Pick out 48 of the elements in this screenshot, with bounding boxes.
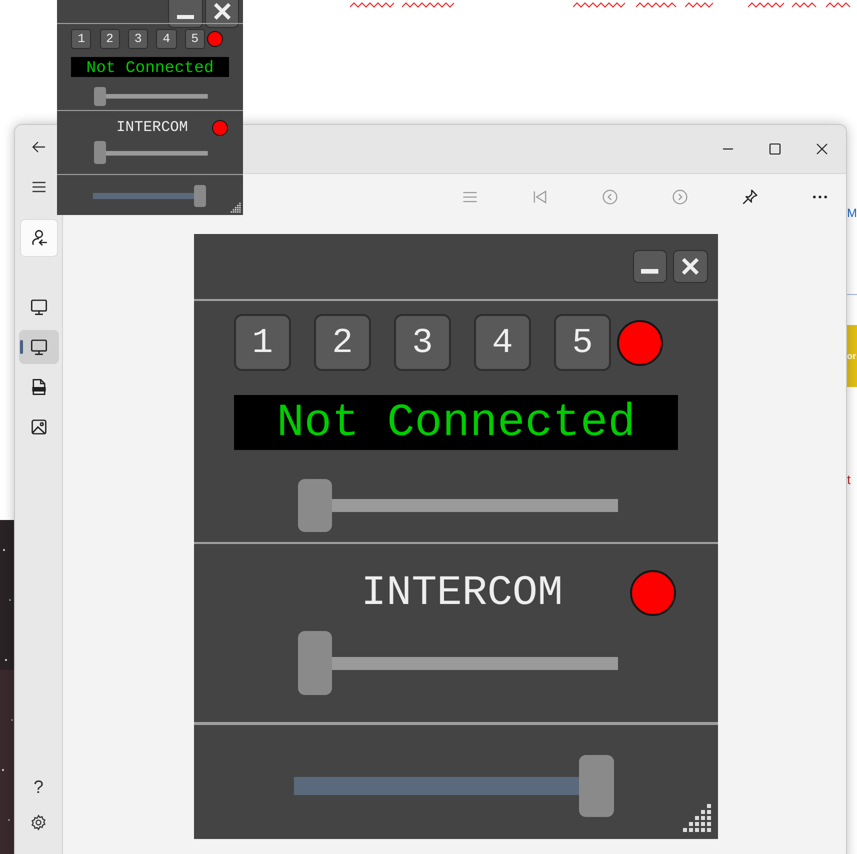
skip-to-start-icon[interactable] bbox=[531, 188, 549, 206]
channel-button[interactable]: 3 bbox=[394, 314, 451, 371]
intercom-label: INTERCOM bbox=[115, 120, 189, 136]
channel-button[interactable]: 4 bbox=[474, 314, 531, 371]
close-icon[interactable] bbox=[814, 141, 830, 157]
link-text[interactable]: M bbox=[847, 206, 857, 220]
minimize-button[interactable] bbox=[168, 0, 203, 28]
image-icon bbox=[30, 418, 48, 436]
channel-button[interactable]: 3 bbox=[128, 28, 148, 49]
account-button[interactable] bbox=[20, 219, 58, 257]
page-text: t bbox=[847, 472, 852, 487]
channel-button[interactable]: 5 bbox=[184, 28, 205, 49]
slider-thumb[interactable] bbox=[94, 141, 106, 164]
channel-button[interactable]: 1 bbox=[71, 28, 92, 49]
menu-icon[interactable] bbox=[30, 179, 46, 195]
slider-thumb[interactable] bbox=[194, 185, 206, 208]
channel-button[interactable]: 1 bbox=[234, 314, 291, 371]
monitor-icon bbox=[30, 338, 48, 356]
channel-button[interactable]: 4 bbox=[156, 28, 177, 49]
channel-button[interactable]: 2 bbox=[100, 28, 120, 49]
resize-grip[interactable] bbox=[230, 202, 242, 213]
channel-button[interactable]: 5 bbox=[554, 314, 611, 371]
status-display: Not Connected bbox=[71, 57, 229, 77]
back-icon[interactable] bbox=[30, 139, 46, 155]
help-button[interactable]: ? bbox=[33, 777, 44, 798]
banner-text: or bbox=[847, 351, 856, 361]
minimize-button[interactable] bbox=[632, 250, 668, 284]
previous-icon[interactable] bbox=[601, 188, 619, 206]
close-button[interactable] bbox=[673, 250, 708, 284]
close-button[interactable] bbox=[204, 0, 240, 28]
settings-icon[interactable] bbox=[30, 814, 47, 831]
slider-thumb[interactable] bbox=[298, 631, 332, 695]
slider-thumb[interactable] bbox=[579, 755, 614, 817]
minimize-icon bbox=[176, 14, 194, 20]
pin-icon[interactable] bbox=[741, 188, 759, 206]
channel-button[interactable]: 2 bbox=[314, 314, 371, 371]
slider-thumb[interactable] bbox=[298, 479, 332, 532]
sidebar-item[interactable] bbox=[18, 330, 58, 364]
resize-grip[interactable] bbox=[681, 802, 713, 834]
next-icon[interactable] bbox=[671, 188, 689, 206]
status-display: Not Connected bbox=[234, 395, 678, 450]
intercom-label: INTERCOM bbox=[360, 569, 564, 617]
person-icon bbox=[30, 229, 48, 247]
pdf-file-icon bbox=[30, 378, 48, 396]
minimize-icon bbox=[641, 269, 659, 274]
slider-thumb[interactable] bbox=[94, 87, 106, 106]
maximize-icon[interactable] bbox=[767, 141, 783, 157]
monitor-icon bbox=[30, 298, 48, 316]
